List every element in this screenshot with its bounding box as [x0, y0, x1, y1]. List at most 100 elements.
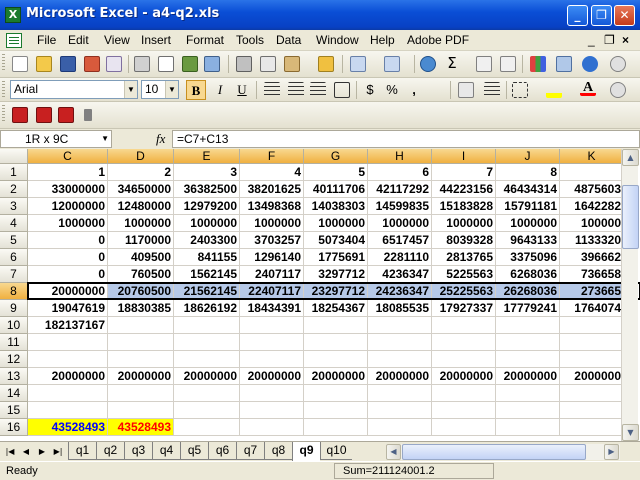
cell[interactable]: 20000000: [304, 368, 368, 385]
sheet-tab-q3[interactable]: q3: [124, 442, 152, 460]
cell[interactable]: [28, 402, 108, 419]
cell[interactable]: 6268036: [496, 266, 560, 283]
row-header[interactable]: 6: [0, 249, 28, 266]
pdf-email-icon[interactable]: [36, 107, 52, 123]
cell[interactable]: [240, 402, 304, 419]
hyperlink-icon[interactable]: [420, 56, 436, 72]
undo-icon[interactable]: [350, 56, 366, 72]
cell[interactable]: [240, 385, 304, 402]
cell[interactable]: 20000000: [240, 368, 304, 385]
workbook-icon[interactable]: [6, 33, 22, 48]
cell[interactable]: [432, 334, 496, 351]
cell[interactable]: [432, 402, 496, 419]
align-left-icon[interactable]: [264, 82, 280, 98]
chevron-down-icon[interactable]: ▼: [101, 131, 109, 147]
cell[interactable]: 1000000: [304, 215, 368, 232]
cell[interactable]: 2: [108, 164, 174, 181]
cell[interactable]: [108, 317, 174, 334]
cell[interactable]: [304, 402, 368, 419]
underline-button[interactable]: U: [232, 80, 252, 100]
column-header[interactable]: H: [368, 149, 432, 164]
permission-icon[interactable]: [84, 56, 100, 72]
horizontal-scrollbar[interactable]: ◀ ▶: [386, 444, 620, 460]
fill-color-icon[interactable]: [546, 82, 562, 98]
cell[interactable]: [496, 385, 560, 402]
first-sheet-icon[interactable]: |◀: [4, 445, 16, 459]
cell[interactable]: 1000000: [496, 215, 560, 232]
cell[interactable]: 2403300: [174, 232, 240, 249]
cell[interactable]: 12480000: [108, 198, 174, 215]
cell[interactable]: 43528493: [28, 419, 108, 436]
convert-to-pdf-icon[interactable]: [12, 107, 28, 123]
merge-center-icon[interactable]: [334, 82, 350, 98]
open-icon[interactable]: [36, 56, 52, 72]
cell[interactable]: 6: [368, 164, 432, 181]
cell[interactable]: [304, 419, 368, 436]
column-header[interactable]: D: [108, 149, 174, 164]
cell[interactable]: 1642282: [560, 198, 624, 215]
row-header[interactable]: 16: [0, 419, 28, 436]
cell[interactable]: 24236347: [368, 283, 432, 300]
cell[interactable]: 14599835: [368, 198, 432, 215]
row-header[interactable]: 3: [0, 198, 28, 215]
cell[interactable]: 3: [174, 164, 240, 181]
autosum-icon[interactable]: Σ: [444, 55, 460, 71]
sheet-tab-q5[interactable]: q5: [180, 442, 208, 460]
sheet-tab-q9[interactable]: q9: [292, 442, 320, 461]
close-button[interactable]: ✕: [614, 5, 635, 26]
cell[interactable]: 33000000: [28, 181, 108, 198]
cell[interactable]: 20000000: [28, 368, 108, 385]
cell[interactable]: [368, 317, 432, 334]
menu-insert[interactable]: Insert: [141, 33, 171, 47]
cell[interactable]: [174, 402, 240, 419]
menu-help[interactable]: Help: [370, 33, 395, 47]
cell[interactable]: [174, 385, 240, 402]
cell[interactable]: 409500: [108, 249, 174, 266]
row-header[interactable]: 14: [0, 385, 28, 402]
cell[interactable]: 1170000: [108, 232, 174, 249]
cell[interactable]: 4875603: [560, 181, 624, 198]
cell[interactable]: 17779241: [496, 300, 560, 317]
cell[interactable]: 1000000: [28, 215, 108, 232]
comma-style-button[interactable]: ,: [404, 80, 424, 100]
cell[interactable]: [304, 334, 368, 351]
vertical-scroll-thumb[interactable]: [622, 185, 639, 249]
sheet-tab-q10[interactable]: q10: [320, 442, 352, 460]
cell[interactable]: 23297712: [304, 283, 368, 300]
cell[interactable]: 1: [28, 164, 108, 181]
cell[interactable]: [432, 317, 496, 334]
cell[interactable]: 100000: [560, 215, 624, 232]
row-header[interactable]: 2: [0, 181, 28, 198]
drawing-icon[interactable]: [556, 56, 572, 72]
cell[interactable]: 20760500: [108, 283, 174, 300]
cell[interactable]: 2813765: [432, 249, 496, 266]
maximize-button[interactable]: ❐: [591, 5, 612, 26]
cell[interactable]: [560, 385, 624, 402]
cell[interactable]: 3703257: [240, 232, 304, 249]
cell[interactable]: 20000000: [368, 368, 432, 385]
toolbar-grip[interactable]: [2, 105, 5, 123]
toolbar-grip[interactable]: [2, 54, 5, 72]
cell[interactable]: 1000000: [108, 215, 174, 232]
cell[interactable]: 18254367: [304, 300, 368, 317]
cell[interactable]: [108, 402, 174, 419]
cell[interactable]: 26268036: [496, 283, 560, 300]
scroll-left-icon[interactable]: ◀: [386, 444, 401, 460]
spelling-icon[interactable]: [182, 56, 198, 72]
cell[interactable]: [560, 419, 624, 436]
cell[interactable]: 38201625: [240, 181, 304, 198]
horizontal-scroll-thumb[interactable]: [402, 444, 586, 460]
cell[interactable]: 21562145: [174, 283, 240, 300]
row-header[interactable]: 4: [0, 215, 28, 232]
cell[interactable]: 20000000: [432, 368, 496, 385]
new-icon[interactable]: [12, 56, 28, 72]
cell[interactable]: [368, 385, 432, 402]
menu-format[interactable]: Format: [186, 33, 224, 47]
copy-icon[interactable]: [260, 56, 276, 72]
cell[interactable]: 43528493: [108, 419, 174, 436]
save-icon[interactable]: [60, 56, 76, 72]
row-header[interactable]: 1: [0, 164, 28, 181]
cell[interactable]: [240, 334, 304, 351]
row-header[interactable]: 8: [0, 283, 28, 300]
cell[interactable]: [28, 334, 108, 351]
